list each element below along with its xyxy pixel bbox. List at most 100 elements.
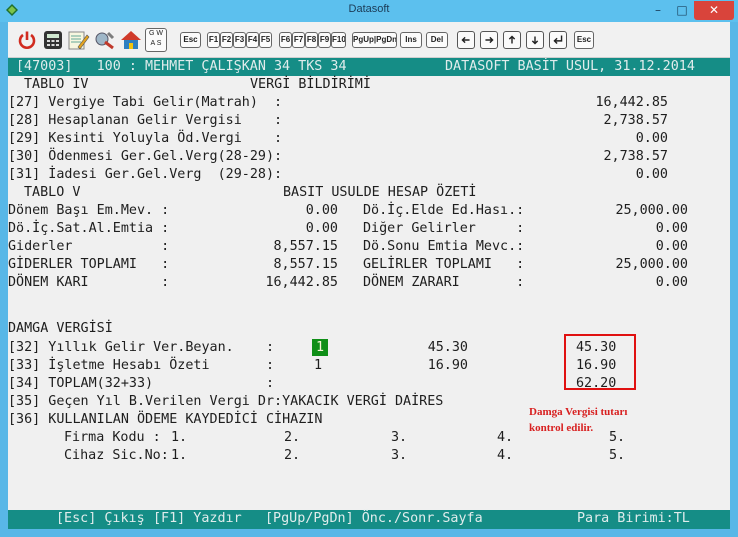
f4-key[interactable]: F4 xyxy=(246,32,259,48)
row27-label: [27] Vergiye Tabi Gelir(Matrah) : xyxy=(8,95,283,110)
header-company: [47003] 100 : MEHMET ÇALIŞKAN 34 TKS 34 xyxy=(16,59,347,74)
gw-as-grid-icon[interactable]: G W A S xyxy=(145,28,167,52)
arrow-right-icon[interactable] xyxy=(480,31,498,49)
row32-label: [32] Yıllık Gelir Ver.Beyan. : xyxy=(8,340,275,355)
t5-row3-right-value: 0.00 xyxy=(655,239,688,254)
row30-label: [30] Ödenmesi Ger.Gel.Verg(28-29): xyxy=(8,149,283,164)
cihaz-col3: 3. xyxy=(391,448,408,463)
terminal-screen[interactable]: [47003] 100 : MEHMET ÇALIŞKAN 34 TKS 34 … xyxy=(8,58,730,529)
pgup-pgdn-key[interactable]: PgUp|PgDn xyxy=(352,32,397,48)
arrow-up-icon[interactable] xyxy=(503,31,521,49)
del-key[interactable]: Del xyxy=(426,32,448,48)
f3-key[interactable]: F3 xyxy=(233,32,246,48)
row28-label: [28] Hesaplanan Gelir Vergisi : xyxy=(8,113,283,128)
f10-key[interactable]: F10 xyxy=(331,32,346,48)
row27-value: 16,442.85 xyxy=(595,95,668,110)
t5-row2-left-label: Dö.İç.Sat.Al.Emtia : xyxy=(8,221,170,236)
close-button[interactable]: ✕ xyxy=(694,1,734,20)
cihaz-col1: 1. xyxy=(171,448,188,463)
tablo4-title: VERGİ BİLDİRİMİ xyxy=(250,77,371,92)
enter-key-icon[interactable] xyxy=(549,31,567,49)
t5-row3-left-value: 8,557.15 xyxy=(273,239,339,254)
f1-key[interactable]: F1 xyxy=(207,32,220,48)
t5-row1-right-value: 25,000.00 xyxy=(615,203,688,218)
footer-pgup-pgdn[interactable]: [PgUp/PgDn] Önc./Sonr.Sayfa xyxy=(265,510,483,528)
tablo4-label: TABLO IV xyxy=(24,77,89,92)
f5-key[interactable]: F5 xyxy=(259,32,272,48)
row33-count: 1 xyxy=(314,358,323,373)
tablo5-label: TABLO V xyxy=(24,185,81,200)
row34-label: [34] TOPLAM(32+33) : xyxy=(8,376,275,391)
row30-value: 2,738.57 xyxy=(603,149,669,164)
f9-key[interactable]: F9 xyxy=(318,32,331,48)
cihaz-col2: 2. xyxy=(284,448,301,463)
firma-col5: 5. xyxy=(609,430,626,445)
t5-row1-left-label: Dönem Başı Em.Mev. : xyxy=(8,203,170,218)
t5-row4-left-value: 8,557.15 xyxy=(273,257,339,272)
f7-key[interactable]: F7 xyxy=(292,32,305,48)
window-title: Datasoft xyxy=(348,3,390,15)
cihaz-col4: 4. xyxy=(497,448,514,463)
t5-row2-right-value: 0.00 xyxy=(655,221,688,236)
row28-value: 2,738.57 xyxy=(603,113,669,128)
tablo5-title: BASIT USULDE HESAP ÖZETİ xyxy=(283,185,477,200)
notes-icon[interactable] xyxy=(68,30,90,50)
row33-label: [33] İşletme Hesabı Özeti : xyxy=(8,358,275,373)
t5-row4-right-value: 25,000.00 xyxy=(615,257,688,272)
ins-key[interactable]: Ins xyxy=(400,32,422,48)
f6-key[interactable]: F6 xyxy=(279,32,292,48)
firma-col4: 4. xyxy=(497,430,514,445)
highlight-box xyxy=(564,334,636,390)
t5-row5-right-label: DÖNEM ZARARI : xyxy=(363,275,525,290)
t5-row4-left-label: GİDERLER TOPLAMI : xyxy=(8,257,170,272)
f8-key[interactable]: F8 xyxy=(305,32,318,48)
row35-label: [35] Geçen Yıl B.Verilen Vergi Dr:YAKACI… xyxy=(8,394,444,409)
esc-key-right[interactable]: Esc xyxy=(574,31,594,49)
firma-col1: 1. xyxy=(171,430,188,445)
maximize-button[interactable]: □ xyxy=(670,1,694,20)
t5-row2-left-value: 0.00 xyxy=(305,221,338,236)
arrow-down-icon[interactable] xyxy=(526,31,544,49)
as-label: A S xyxy=(150,40,162,47)
firma-label: Firma Kodu : xyxy=(64,430,161,445)
f2-key[interactable]: F2 xyxy=(220,32,233,48)
t5-row5-right-value: 0.00 xyxy=(655,275,688,290)
row32-count-input[interactable]: 1 xyxy=(312,339,328,356)
home-icon[interactable] xyxy=(120,30,142,50)
gw-label: G W xyxy=(149,30,163,37)
row29-label: [29] Kesinti Yoluyla Öd.Vergi : xyxy=(8,131,283,146)
t5-row4-right-label: GELİRLER TOPLAMI : xyxy=(363,257,525,272)
row33-unit: 16.90 xyxy=(427,358,468,373)
header-period: DATASOFT BASİT USUL, 31.12.2014 xyxy=(445,59,695,74)
power-icon[interactable] xyxy=(16,30,38,50)
app-window: Datasoft – □ ✕ G W A S Esc F1 F2 F3 F4 F… xyxy=(0,0,738,537)
arrow-left-icon[interactable] xyxy=(457,31,475,49)
title-bar[interactable]: Datasoft – □ ✕ xyxy=(0,0,738,22)
tools-icon[interactable] xyxy=(94,30,116,50)
row31-value: 0.00 xyxy=(635,167,668,182)
annotation-line1: Damga Vergisi tutarı xyxy=(529,406,628,418)
footer-currency: Para Birimi:TL xyxy=(577,511,690,526)
row31-label: [31] İadesi Ger.Gel.Verg (29-28): xyxy=(8,167,283,182)
esc-key[interactable]: Esc xyxy=(180,32,201,48)
minimize-button[interactable]: – xyxy=(646,1,670,20)
calculator-icon[interactable] xyxy=(43,30,63,50)
cihaz-label: Cihaz Sic.No: xyxy=(64,448,169,463)
footer-esc[interactable]: [Esc] Çıkış xyxy=(56,510,145,528)
row36-label: [36] KULLANILAN ÖDEME KAYDEDİCİ CİHAZIN xyxy=(8,412,323,427)
t5-row2-right-label: Diğer Gelirler : xyxy=(363,221,525,236)
t5-row5-left-label: DÖNEM KARI : xyxy=(8,275,170,290)
cihaz-col5: 5. xyxy=(609,448,626,463)
row32-unit: 45.30 xyxy=(427,340,468,355)
firma-col2: 2. xyxy=(284,430,301,445)
t5-row5-left-value: 16,442.85 xyxy=(265,275,338,290)
firma-col3: 3. xyxy=(391,430,408,445)
damga-title: DAMGA VERGİSİ xyxy=(8,321,113,336)
t5-row3-right-label: Dö.Sonu Emtia Mevc.: xyxy=(363,239,525,254)
row29-value: 0.00 xyxy=(635,131,668,146)
t5-row3-left-label: Giderler : xyxy=(8,239,170,254)
annotation-line2: kontrol edilir. xyxy=(529,422,594,434)
t5-row1-right-label: Dö.İç.Elde Ed.Hası.: xyxy=(363,203,525,218)
t5-row1-left-value: 0.00 xyxy=(305,203,338,218)
footer-f1[interactable]: [F1] Yazdır xyxy=(153,510,242,528)
